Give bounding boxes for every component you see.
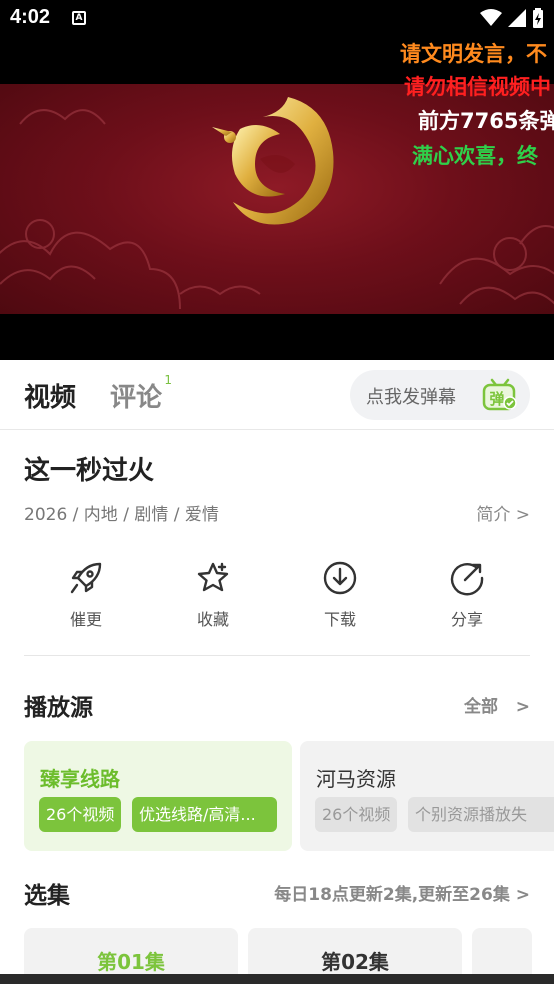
- sources-all-link[interactable]: 全部 >: [464, 692, 530, 717]
- source-count-chip: 26个视频: [315, 797, 398, 832]
- sources-title: 播放源: [24, 695, 93, 721]
- danmaku-text: 前方7765条弹: [418, 109, 554, 133]
- source-name: 河马资源: [316, 767, 396, 791]
- action-label: 分享: [450, 610, 483, 629]
- star-icon: [197, 562, 229, 592]
- danmaku-text: 请勿相信视频中: [404, 75, 551, 99]
- status-bar: 4:02 A: [0, 0, 554, 38]
- source-name: 臻享线路: [40, 767, 120, 791]
- source-card[interactable]: 河马资源 26个视频 个别资源播放失: [300, 741, 554, 851]
- navigation-bar: [0, 974, 554, 984]
- signal-icon: [508, 9, 526, 27]
- download-button[interactable]: 下载: [290, 560, 390, 630]
- sources-all-label: 全部: [463, 697, 498, 717]
- rocket-icon: [70, 562, 102, 594]
- video-player[interactable]: 请文明发言，不 请勿相信视频中 前方7765条弹 满心欢喜，终: [0, 38, 554, 360]
- status-time: 4:02: [10, 6, 51, 28]
- source-note-chip: 个别资源播放失: [408, 797, 554, 832]
- share-button[interactable]: 分享: [417, 560, 517, 630]
- urge-update-button[interactable]: 催更: [36, 560, 136, 630]
- danmaku-icon-char: 弹: [489, 390, 504, 408]
- chevron-right-icon: >: [503, 697, 530, 717]
- send-danmaku-button[interactable]: 点我发弹幕 弹: [350, 370, 530, 420]
- show-title: 这一秒过火: [24, 456, 155, 486]
- episodes-update-link[interactable]: 每日18点更新2集,更新至26集 >: [274, 880, 530, 905]
- download-icon: [323, 561, 357, 595]
- source-note-chip: 优选线路/高清...: [132, 797, 277, 832]
- danmaku-text: 请文明发言，不: [400, 42, 547, 66]
- tab-bar: 视频 评论 1 点我发弹幕 弹: [0, 360, 554, 430]
- danmaku-text: 满心欢喜，终: [412, 144, 538, 168]
- intro-link[interactable]: 简介 >: [476, 500, 530, 525]
- action-label: 催更: [69, 610, 102, 629]
- source-card-selected[interactable]: 臻享线路 26个视频 优选线路/高清...: [24, 741, 292, 851]
- favorite-button[interactable]: 收藏: [163, 560, 263, 630]
- notification-icon: A: [72, 11, 86, 25]
- status-icons: [480, 8, 544, 28]
- wifi-icon: [480, 9, 502, 26]
- share-icon: [450, 563, 484, 596]
- action-label: 下载: [323, 610, 356, 629]
- tab-comment[interactable]: 评论 1: [110, 373, 172, 414]
- source-count-chip: 26个视频: [39, 797, 122, 832]
- action-bar: 催更 收藏 下载 分享: [24, 560, 530, 656]
- episodes-title: 选集: [24, 883, 70, 909]
- comment-count-badge: 1: [164, 373, 173, 387]
- danmaku-icon: 弹: [482, 378, 517, 411]
- tab-comment-label: 评论: [110, 383, 163, 413]
- action-label: 收藏: [196, 610, 229, 629]
- battery-icon: [533, 8, 543, 28]
- show-meta: 2026 / 内地 / 剧情 / 爱情: [24, 505, 219, 525]
- golden-logo-image: [212, 97, 334, 225]
- tab-video[interactable]: 视频: [24, 377, 76, 414]
- send-danmaku-placeholder: 点我发弹幕: [366, 387, 456, 408]
